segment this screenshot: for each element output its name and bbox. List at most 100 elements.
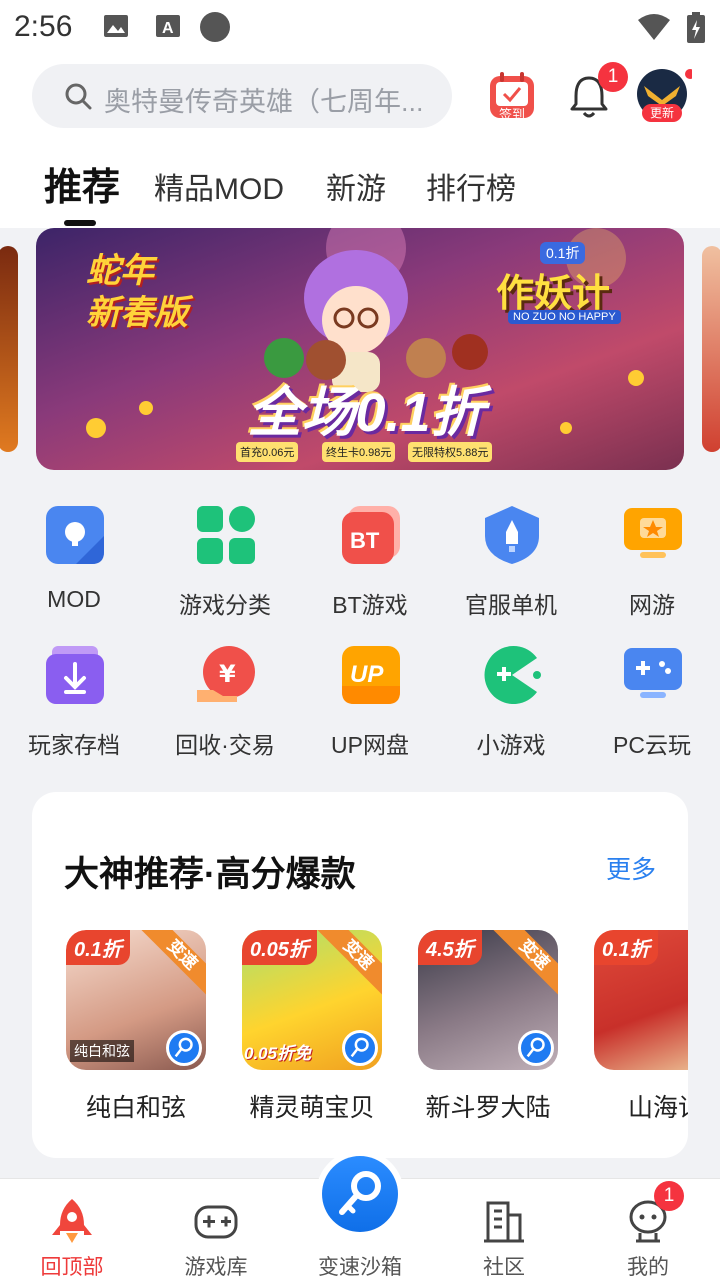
quick-link-bt[interactable]: BT BT游戏	[305, 506, 435, 618]
sandbox-button-face	[322, 1156, 398, 1232]
bt-icon: BT	[342, 506, 400, 564]
svg-text:UP: UP	[350, 661, 384, 688]
quick-link-label: 玩家存档	[28, 732, 120, 758]
nav-me[interactable]: 1 我的	[588, 1179, 708, 1280]
building-icon	[484, 1201, 524, 1243]
gamepad-icon	[194, 1205, 238, 1239]
banner-headline: 全场0.1折	[247, 383, 485, 443]
game-logo: 0.1折 作妖计 NO ZUO NO HAPPY	[492, 242, 636, 332]
checkin-label: 签到	[498, 107, 525, 122]
quick-link-label: UP网盘	[331, 732, 409, 758]
speed-key-icon	[342, 1030, 378, 1066]
banner-next-peek[interactable]	[702, 246, 720, 452]
recommend-section: 大神推荐·高分爆款 更多 0.1折 变速 纯白和弦 纯白和弦 0.05折 变速 …	[32, 792, 688, 1158]
avatar-button[interactable]: 更新	[636, 66, 695, 122]
more-link[interactable]: 更多	[606, 850, 656, 886]
game-name: 纯白和弦	[85, 1094, 186, 1122]
discount-badge: 0.05折	[242, 930, 317, 965]
notification-button[interactable]: 1	[566, 62, 628, 120]
game-thumbnail: 0.1折	[594, 930, 688, 1070]
quick-link-saves[interactable]: 玩家存档	[9, 646, 139, 758]
update-label: 更新	[642, 104, 682, 122]
header: 奥特曼传奇英雄（七周年... 签到 1 更新 推荐 精品MOD 新游 排行榜	[0, 56, 720, 228]
sandbox-center-button[interactable]	[316, 1150, 404, 1238]
svg-text:¥: ¥	[219, 660, 236, 688]
speed-ribbon: 变速	[314, 930, 382, 999]
wifi-icon	[638, 14, 670, 40]
game-name: 新斗罗大陆	[425, 1094, 551, 1122]
quick-link-label: 小游戏	[476, 732, 546, 758]
up-cloud-icon: UP	[342, 646, 400, 704]
nav-label: 社区	[483, 1256, 525, 1279]
me-badge: 1	[654, 1181, 684, 1211]
discount-badge: 0.1折	[594, 930, 658, 965]
logo-subtitle: NO ZUO NO HAPPY	[508, 310, 621, 324]
battery-charging-icon	[687, 12, 705, 43]
svg-text:BT: BT	[350, 528, 380, 553]
category-grid-icon	[197, 506, 255, 564]
nav-label: 回顶部	[40, 1256, 104, 1279]
quick-link-label: 官服单机	[465, 592, 557, 618]
image-icon	[104, 15, 128, 37]
category-tabs: 推荐 精品MOD 新游 排行榜	[0, 152, 720, 228]
quick-link-online[interactable]: 网游	[587, 506, 717, 618]
tab-new-games[interactable]: 新游	[326, 164, 386, 208]
speed-key-icon	[166, 1030, 202, 1066]
nav-back-to-top[interactable]: 回顶部	[12, 1179, 132, 1280]
perk-unlimited: 无限特权5.88元	[408, 442, 493, 462]
save-download-icon	[46, 646, 104, 704]
quick-link-label: 网游	[629, 592, 675, 618]
quick-link-official[interactable]: 官服单机	[446, 506, 576, 618]
quick-link-mod[interactable]: MOD	[9, 506, 139, 616]
quick-link-trade[interactable]: ¥ 回收·交易	[160, 646, 290, 758]
nav-label: 变速沙箱	[318, 1256, 402, 1279]
logo-discount: 0.1折	[540, 242, 586, 264]
mod-icon	[46, 506, 104, 564]
svg-text:A: A	[162, 20, 174, 37]
game-thumbnail: 0.05折 变速 0.05折免	[242, 930, 382, 1070]
key-icon	[339, 1171, 381, 1215]
logo-title: 作妖计	[496, 273, 611, 315]
quick-link-label: 回收·交易	[175, 732, 275, 758]
banner-prev-peek[interactable]	[0, 246, 18, 452]
game-name: 山海记	[628, 1094, 688, 1122]
quick-link-mini-games[interactable]: 小游戏	[446, 646, 576, 758]
search-placeholder: 奥特曼传奇英雄（七周年...	[104, 87, 424, 117]
shield-rocket-icon	[485, 506, 539, 564]
mini-game-icon	[484, 646, 541, 704]
quick-link-up-drive[interactable]: UP UP网盘	[305, 646, 435, 758]
nav-label: 我的	[627, 1256, 669, 1279]
nav-community[interactable]: 社区	[444, 1179, 564, 1280]
banner-perks: 首充0.06元 终生卡0.98元 无限特权5.88元	[236, 442, 496, 464]
tab-ranking[interactable]: 排行榜	[426, 164, 516, 208]
thumb-caption: 0.05折免	[244, 1044, 312, 1063]
circle-dot-icon	[200, 12, 230, 42]
checkin-button[interactable]: 签到	[488, 70, 536, 122]
search-bar[interactable]: 奥特曼传奇英雄（七周年...	[32, 64, 452, 128]
tab-mod[interactable]: 精品MOD	[154, 164, 284, 208]
nav-game-library[interactable]: 游戏库	[156, 1179, 276, 1280]
speed-ribbon: 变速	[138, 930, 206, 999]
perk-lifetime-card: 终生卡0.98元	[322, 442, 396, 462]
game-thumbnail: 4.5折 变速	[418, 930, 558, 1070]
quick-link-pc-cloud[interactable]: PC云玩	[587, 646, 717, 758]
banner-corner-text: 蛇年 新春版	[86, 252, 188, 332]
quick-link-label: BT游戏	[332, 592, 408, 618]
active-tab-indicator	[64, 220, 96, 226]
game-thumbnail: 0.1折 变速 纯白和弦	[66, 930, 206, 1070]
quick-link-label: PC云玩	[613, 732, 691, 758]
section-title: 大神推荐·高分爆款	[64, 855, 356, 894]
promo-banner[interactable]: 蛇年 新春版 0.1折 作妖计 NO ZUO NO HAPPY 全场0.1折 首…	[36, 228, 684, 470]
rocket-icon	[52, 1199, 92, 1243]
tab-recommend[interactable]: 推荐	[44, 156, 120, 211]
discount-badge: 0.1折	[66, 930, 130, 965]
quick-link-category[interactable]: 游戏分类	[160, 506, 290, 618]
discount-badge: 4.5折	[418, 930, 482, 965]
clock: 2:56	[14, 10, 73, 43]
game-name: 精灵萌宝贝	[249, 1094, 375, 1122]
text-a-icon: A	[156, 15, 180, 37]
speed-key-icon	[518, 1030, 554, 1066]
thumb-caption: 纯白和弦	[70, 1040, 134, 1062]
nav-label: 游戏库	[184, 1256, 248, 1279]
monitor-star-icon	[624, 508, 682, 558]
